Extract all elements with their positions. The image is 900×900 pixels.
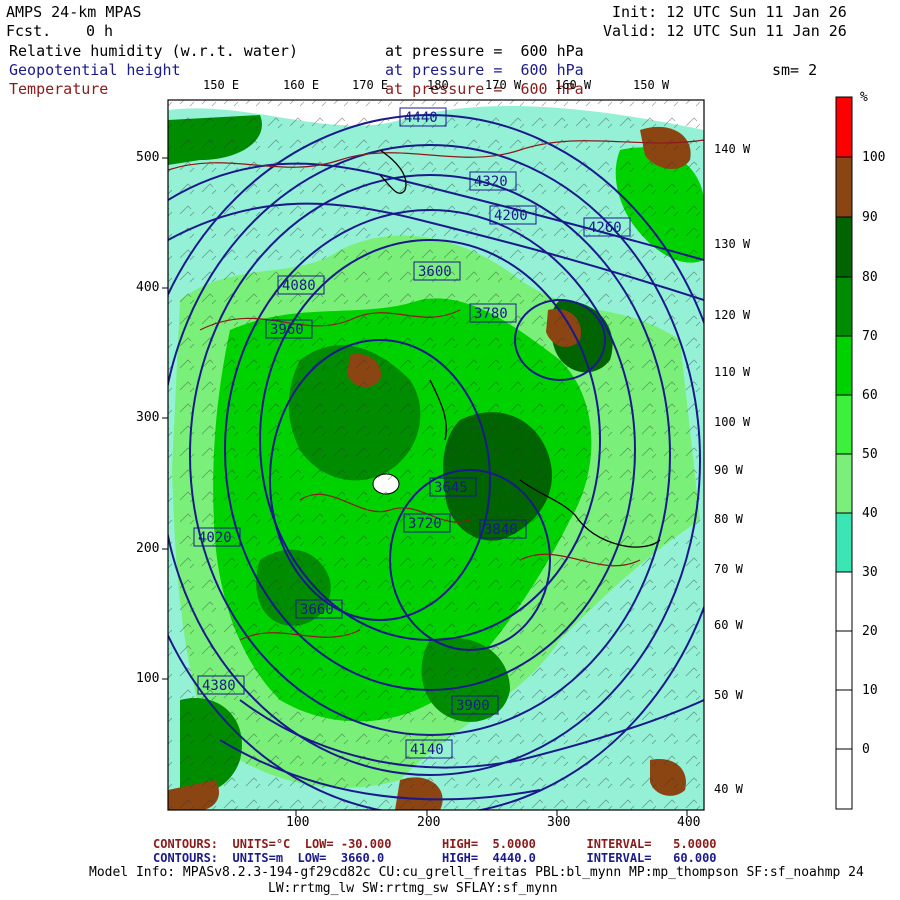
lon-label-right: 100 W [714, 415, 751, 429]
colorbar-label: 30 [862, 565, 878, 580]
height-label-3720: 3720 [408, 516, 442, 532]
height-label-4080: 4080 [282, 278, 316, 294]
lon-label-right: 130 W [714, 237, 751, 251]
lon-label-right: 70 W [714, 562, 743, 576]
lon-label-right: 40 W [714, 782, 743, 796]
weather-map: 4440 4320 4200 4080 3960 3900 3840 3780 … [162, 96, 853, 816]
lon-label-right: 110 W [714, 365, 751, 379]
height-label-4140: 4140 [410, 742, 444, 758]
colorbar-label: 100 [862, 150, 886, 165]
humidity-field [168, 100, 704, 810]
colorbar-label: 0 [862, 742, 870, 757]
colorbar-label: 80 [862, 270, 878, 285]
colorbar-label: 20 [862, 624, 878, 639]
lon-label-right: 140 W [714, 142, 751, 156]
model-info-2: LW:rrtmg_lw SW:rrtmg_sw SFLAY:sf_mynn [268, 881, 558, 896]
height-label-4200: 4200 [494, 208, 528, 224]
colorbar-unit: % [860, 90, 868, 105]
lon-label-right: 60 W [714, 618, 743, 632]
x-tick-label: 100 [286, 815, 310, 830]
model-info: Model Info: MPASv8.2.3-194-gf29cd82c CU:… [89, 865, 864, 880]
temperature-contour-info: CONTOURS: UNITS=°C LOW= -30.000 HIGH= 5.… [153, 837, 717, 851]
height-label-4260: 4260 [588, 220, 622, 236]
lon-label-right: 120 W [714, 308, 751, 322]
y-tick-label: 400 [136, 280, 160, 295]
height-label-3660: 3660 [300, 602, 334, 618]
colorbar-label: 60 [862, 388, 878, 403]
y-tick-label: 500 [136, 150, 160, 165]
lon-label-right: 90 W [714, 463, 743, 477]
height-label-3645: 3645 [434, 480, 468, 496]
height-label-3600: 3600 [418, 264, 452, 280]
colorbar-label: 10 [862, 683, 878, 698]
height-label-4380: 4380 [202, 678, 236, 694]
colorbar [835, 96, 853, 810]
height-label-4320: 4320 [474, 174, 508, 190]
lon-label-right: 50 W [714, 688, 743, 702]
lon-label-right: 80 W [714, 512, 743, 526]
height-label-3900: 3900 [456, 698, 490, 714]
colorbar-label: 40 [862, 506, 878, 521]
x-tick-label: 200 [417, 815, 441, 830]
colorbar-label: 70 [862, 329, 878, 344]
height-label-3780: 3780 [474, 306, 508, 322]
y-tick-label: 100 [136, 671, 160, 686]
height-label-3960: 3960 [270, 322, 304, 338]
x-tick-label: 300 [547, 815, 571, 830]
height-label-3840: 3840 [484, 522, 518, 538]
colorbar-label: 90 [862, 210, 878, 225]
colorbar-label: 50 [862, 447, 878, 462]
height-label-4020: 4020 [198, 530, 232, 546]
height-label-4440: 4440 [404, 110, 438, 126]
y-tick-label: 300 [136, 410, 160, 425]
height-contour-info: CONTOURS: UNITS=m LOW= 3660.0 HIGH= 4440… [153, 851, 717, 865]
y-tick-label: 200 [136, 541, 160, 556]
x-tick-label: 400 [677, 815, 701, 830]
